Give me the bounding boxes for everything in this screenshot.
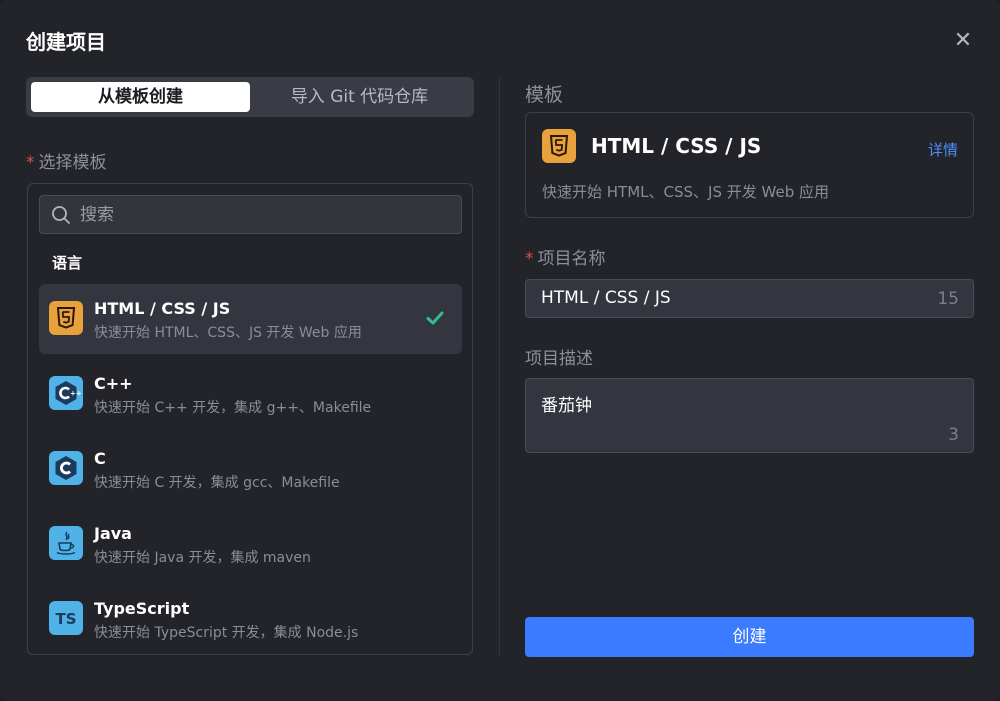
template-preview-desc: 快速开始 HTML、CSS、JS 开发 Web 应用 <box>542 183 829 201</box>
project-name-field[interactable]: HTML / CSS / JS 15 <box>525 279 974 318</box>
search-input[interactable] <box>80 196 450 233</box>
template-list-panel: 语言 HTML / CSS / JS 快速开始 HTML、CSS、JS 开发 W… <box>27 183 473 655</box>
required-mark: * <box>525 249 534 269</box>
close-icon[interactable]: ✕ <box>950 30 976 56</box>
html5-icon <box>49 301 83 335</box>
column-divider <box>499 78 500 656</box>
project-name-label: * 项目名称 <box>525 249 606 269</box>
template-desc: 快速开始 TypeScript 开发，集成 Node.js <box>94 625 359 641</box>
html5-icon <box>542 129 576 163</box>
template-name: Java <box>94 524 132 543</box>
c-icon <box>49 451 83 485</box>
create-button[interactable]: 创建 <box>525 617 974 657</box>
template-name: HTML / CSS / JS <box>94 299 231 318</box>
java-icon <box>49 526 83 560</box>
template-name: TypeScript <box>94 599 190 618</box>
select-template-label: * 选择模板 <box>26 153 107 173</box>
project-desc-label: 项目描述 <box>525 349 593 369</box>
template-name: C++ <box>94 374 133 393</box>
group-label-language: 语言 <box>52 254 83 272</box>
details-link[interactable]: 详情 <box>928 139 958 160</box>
template-search[interactable] <box>39 195 462 234</box>
project-desc-value: 番茄钟 <box>541 396 592 416</box>
template-preview-card: HTML / CSS / JS 详情 快速开始 HTML、CSS、JS 开发 W… <box>525 112 974 218</box>
tab-import-git[interactable]: 导入 Git 代码仓库 <box>250 82 469 112</box>
template-desc: 快速开始 Java 开发，集成 maven <box>94 550 311 566</box>
char-count: 15 <box>937 289 959 309</box>
check-icon <box>426 311 444 325</box>
search-icon <box>52 206 70 224</box>
template-desc: 快速开始 HTML、CSS、JS 开发 Web 应用 <box>94 325 362 341</box>
template-section-label: 模板 <box>525 84 564 106</box>
create-project-dialog: 创建项目 ✕ 从模板创建 导入 Git 代码仓库 *选择模板 语言 <box>0 0 1000 701</box>
template-item-c[interactable]: C 快速开始 C 开发，集成 gcc、Makefile <box>39 434 462 504</box>
template-item-cpp[interactable]: ++ C++ 快速开始 C++ 开发，集成 g++、Makefile <box>39 359 462 429</box>
template-item-java[interactable]: Java 快速开始 Java 开发，集成 maven <box>39 509 462 579</box>
template-name: C <box>94 449 106 468</box>
tab-from-template[interactable]: 从模板创建 <box>31 82 250 112</box>
project-desc-field[interactable]: 番茄钟 3 <box>525 378 974 453</box>
template-item-typescript[interactable]: TS TypeScript 快速开始 TypeScript 开发，集成 Node… <box>39 584 462 654</box>
template-item-html[interactable]: HTML / CSS / JS 快速开始 HTML、CSS、JS 开发 Web … <box>39 284 462 354</box>
dialog-title: 创建项目 <box>26 30 106 54</box>
cpp-icon: ++ <box>49 376 83 410</box>
template-desc: 快速开始 C++ 开发，集成 g++、Makefile <box>94 400 372 416</box>
svg-text:TS: TS <box>55 610 76 628</box>
char-count: 3 <box>948 425 959 445</box>
svg-text:++: ++ <box>70 390 82 398</box>
template-preview-name: HTML / CSS / JS <box>591 134 762 158</box>
typescript-icon: TS <box>49 601 83 635</box>
template-desc: 快速开始 C 开发，集成 gcc、Makefile <box>94 475 340 491</box>
required-mark: * <box>26 153 35 173</box>
source-tabs: 从模板创建 导入 Git 代码仓库 <box>26 77 474 117</box>
project-name-value: HTML / CSS / JS <box>541 288 671 308</box>
